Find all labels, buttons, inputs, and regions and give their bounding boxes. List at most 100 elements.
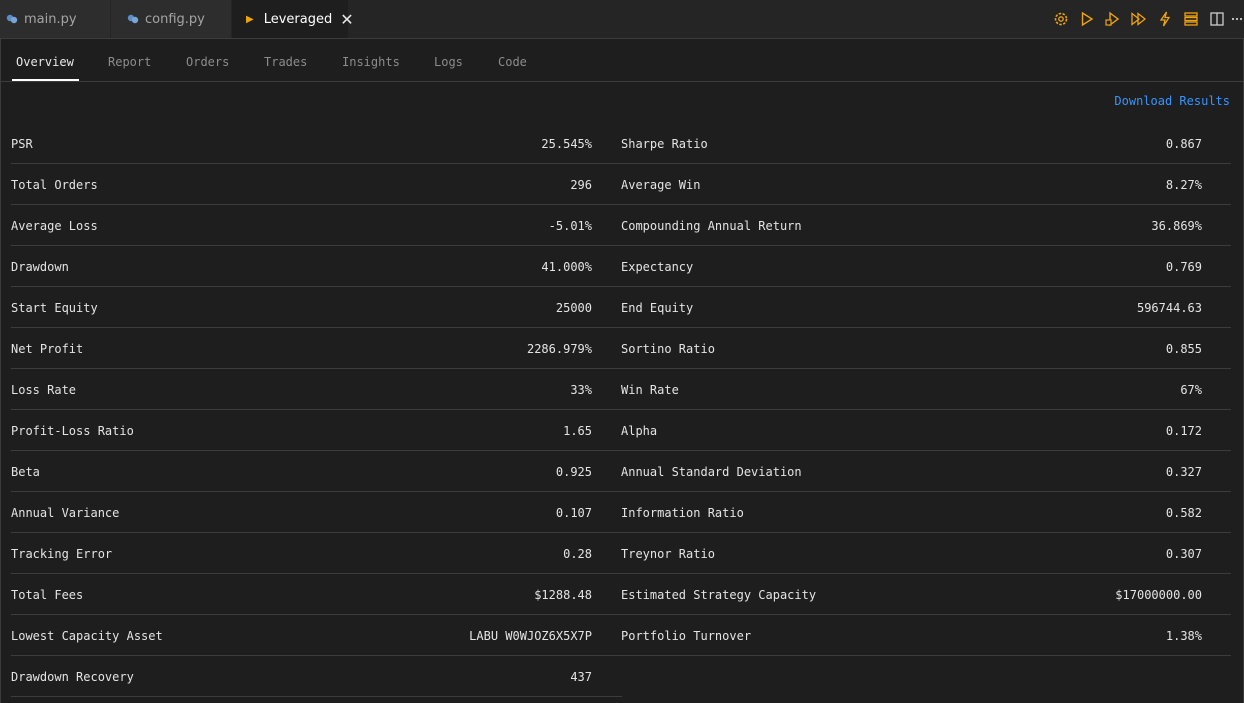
stat-value: 437: [570, 670, 592, 684]
stat-label: Portfolio Turnover: [621, 629, 752, 643]
stat-value: 1.65: [563, 424, 592, 438]
run-all-icon[interactable]: [1126, 6, 1152, 32]
stat-value: 1.38%: [1165, 629, 1202, 643]
editor-tab-bar: main.py config.py ▶ Leveraged ✕: [0, 0, 1244, 38]
stat-label: End Equity: [621, 301, 694, 315]
stat-value: 0.107: [555, 506, 592, 520]
stat-value: 36.869%: [1151, 219, 1202, 233]
stat-label: Annual Standard Deviation: [621, 465, 802, 479]
stat-row: Annual Variance 0.107: [11, 492, 622, 533]
stat-row: Expectancy 0.769: [621, 246, 1231, 287]
more-icon[interactable]: [1230, 6, 1244, 32]
results-panel: Overview Report Orders Trades Insights L…: [0, 38, 1244, 703]
stat-row: Compounding Annual Return 36.869%: [621, 205, 1231, 246]
tab-orders[interactable]: Orders: [186, 39, 229, 81]
stat-row: Alpha 0.172: [621, 410, 1231, 451]
stat-value: -5.01%: [548, 219, 592, 233]
debug-run-icon[interactable]: [1100, 6, 1126, 32]
stat-label: Drawdown Recovery: [11, 670, 134, 684]
stat-row: Estimated Strategy Capacity $17000000.00: [621, 574, 1231, 615]
download-results-link[interactable]: Download Results: [1114, 94, 1230, 108]
stat-label: Average Win: [621, 178, 701, 192]
stat-value: 25000: [555, 301, 592, 315]
tab-leveraged[interactable]: ▶ Leveraged ✕: [232, 0, 354, 38]
stat-label: Tracking Error: [11, 547, 113, 561]
run-icon[interactable]: [1074, 6, 1100, 32]
stat-label: Treynor Ratio: [621, 547, 715, 561]
stat-row: Annual Standard Deviation 0.327: [621, 451, 1231, 492]
stat-value: 0.769: [1165, 260, 1202, 274]
tab-logs[interactable]: Logs: [434, 39, 463, 81]
stat-label: Net Profit: [11, 342, 84, 356]
stat-label: Sharpe Ratio: [621, 137, 708, 151]
tab-overview[interactable]: Overview: [12, 39, 79, 81]
tab-main-py[interactable]: main.py: [0, 0, 110, 38]
stat-label: Information Ratio: [621, 506, 744, 520]
stat-row: Total Fees $1288.48: [11, 574, 622, 615]
tab-label: Leveraged: [263, 11, 333, 27]
stat-label: Expectancy: [621, 260, 694, 274]
stat-value: 33%: [570, 383, 592, 397]
stat-row: Win Rate 67%: [621, 369, 1231, 410]
tab-config-py[interactable]: config.py: [111, 0, 231, 38]
stat-row: PSR 25.545%: [11, 123, 622, 164]
stat-row: Drawdown 41.000%: [11, 246, 622, 287]
stat-row: Drawdown Recovery 437: [11, 656, 622, 697]
split-editor-icon[interactable]: [1204, 6, 1230, 32]
stat-row: Average Loss -5.01%: [11, 205, 622, 246]
stat-value: LABU W0WJOZ6X5X7P: [469, 629, 592, 643]
stat-label: Annual Variance: [11, 506, 120, 520]
stat-label: Average Loss: [11, 219, 98, 233]
stat-value: 67%: [1180, 383, 1202, 397]
stat-row: Loss Rate 33%: [11, 369, 622, 410]
close-icon[interactable]: ✕: [340, 10, 353, 29]
stat-value: 596744.63: [1136, 301, 1202, 315]
stat-row: Beta 0.925: [11, 451, 622, 492]
stat-label: Start Equity: [11, 301, 98, 315]
stat-value: 0.307: [1165, 547, 1202, 561]
stat-value: 0.855: [1165, 342, 1202, 356]
stat-row: Sortino Ratio 0.855: [621, 328, 1231, 369]
stat-value: 296: [570, 178, 592, 192]
stat-value: 0.867: [1165, 137, 1202, 151]
stat-row: Sharpe Ratio 0.867: [621, 123, 1231, 164]
stat-value: $1288.48: [534, 588, 592, 602]
tab-report[interactable]: Report: [108, 39, 151, 81]
stat-label: Drawdown: [11, 260, 69, 274]
stat-value: 0.172: [1165, 424, 1202, 438]
stat-value: 0.28: [563, 547, 592, 561]
stat-row: Net Profit 2286.979%: [11, 328, 622, 369]
stat-label: Alpha: [621, 424, 658, 438]
stat-row: Start Equity 25000: [11, 287, 622, 328]
lightning-icon[interactable]: [1152, 6, 1178, 32]
stat-row: Portfolio Turnover 1.38%: [621, 615, 1231, 656]
stat-value: 0.925: [555, 465, 592, 479]
tab-trades[interactable]: Trades: [264, 39, 307, 81]
stat-row: Profit-Loss Ratio 1.65: [11, 410, 622, 451]
python-file-icon: [6, 13, 18, 25]
stat-label: Sortino Ratio: [621, 342, 715, 356]
stat-value: 0.582: [1165, 506, 1202, 520]
stat-label: Loss Rate: [11, 383, 77, 397]
tab-code[interactable]: Code: [498, 39, 527, 81]
stat-value: 8.27%: [1165, 178, 1202, 192]
stat-label: Win Rate: [621, 383, 679, 397]
tab-insights[interactable]: Insights: [342, 39, 400, 81]
stat-label: Total Fees: [11, 588, 84, 602]
stat-label: Lowest Capacity Asset: [11, 629, 163, 643]
stat-label: Compounding Annual Return: [621, 219, 802, 233]
list-icon[interactable]: [1178, 6, 1204, 32]
stat-value: 0.327: [1165, 465, 1202, 479]
stat-value: 25.545%: [541, 137, 592, 151]
stat-row: End Equity 596744.63: [621, 287, 1231, 328]
stat-value: $17000000.00: [1115, 588, 1202, 602]
stat-row: Lowest Capacity Asset LABU W0WJOZ6X5X7P: [11, 615, 622, 656]
settings-icon[interactable]: [1048, 6, 1074, 32]
stat-label: Profit-Loss Ratio: [11, 424, 134, 438]
results-subtabs: Overview Report Orders Trades Insights L…: [1, 39, 1243, 82]
tab-label: config.py: [145, 11, 205, 27]
tab-label: main.py: [24, 11, 77, 27]
stat-value: 41.000%: [541, 260, 592, 274]
editor-actions: [1048, 0, 1244, 38]
stat-label: Estimated Strategy Capacity: [621, 588, 817, 602]
